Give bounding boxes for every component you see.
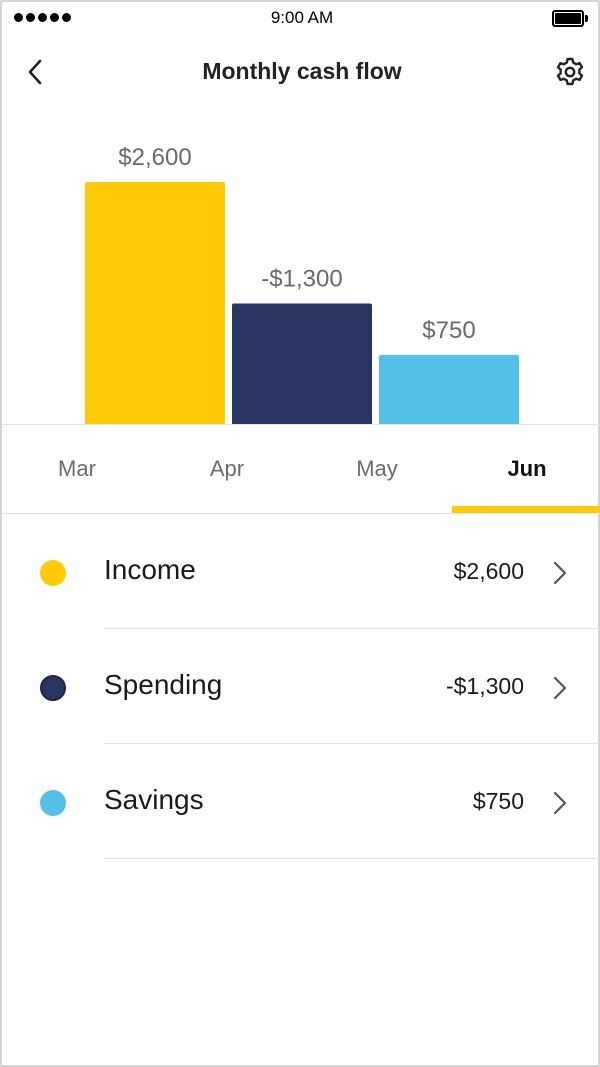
bar-spending [232, 303, 372, 425]
battery-full-icon [552, 10, 588, 27]
page-title: Monthly cash flow [202, 58, 402, 84]
bar-value-label: -$1,300 [261, 266, 342, 293]
tab-label: Mar [58, 456, 96, 481]
bar-savings [379, 354, 519, 425]
chevron-right-icon [553, 791, 567, 815]
settings-button[interactable] [552, 54, 588, 90]
status-time: 9:00 AM [270, 8, 334, 27]
tab-mar[interactable]: Mar [2, 425, 152, 513]
cash-flow-chart-svg: $2,600 -$1,300 $750 [85, 144, 519, 425]
month-tabs: Mar Apr May Jun [2, 425, 600, 513]
tab-label: May [356, 456, 398, 481]
chevron-right-icon [553, 676, 567, 700]
list-item-amount: $750 [472, 788, 524, 814]
spending-color-dot [40, 675, 66, 701]
list-item-spending[interactable]: Spending -$1,300 [2, 629, 600, 744]
list-item-label: Income [104, 554, 196, 585]
tab-may[interactable]: May [302, 425, 452, 513]
list-item-amount: -$1,300 [445, 673, 524, 699]
tab-apr[interactable]: Apr [152, 425, 302, 513]
cash-flow-chart: $2,600 -$1,300 $750 [2, 122, 600, 425]
tab-label: Jun [507, 456, 547, 481]
status-bar: 9:00 AM [2, 2, 600, 36]
income-color-dot [40, 560, 66, 586]
gear-icon [556, 57, 584, 86]
bar-income [85, 182, 225, 425]
list-item-savings[interactable]: Savings $750 [2, 744, 600, 859]
list-item-income[interactable]: Income $2,600 [2, 514, 600, 629]
list-item-label: Savings [104, 784, 204, 815]
cash-flow-list: Income $2,600 Spending -$1,300 Savings $… [2, 514, 600, 859]
phone-frame: 9:00 AM Monthly cash flow $2,600 -$1,300 $… [0, 0, 600, 1067]
list-item-amount: $2,600 [453, 558, 524, 584]
bar-value-label: $2,600 [118, 144, 191, 171]
savings-color-dot [40, 790, 66, 816]
list-divider [104, 858, 600, 859]
bar-value-label: $750 [422, 317, 475, 344]
tab-jun[interactable]: Jun [452, 425, 600, 513]
header: Monthly cash flow [2, 42, 600, 102]
tab-label: Apr [209, 456, 245, 481]
chevron-right-icon [553, 561, 567, 585]
list-item-label: Spending [104, 669, 223, 700]
